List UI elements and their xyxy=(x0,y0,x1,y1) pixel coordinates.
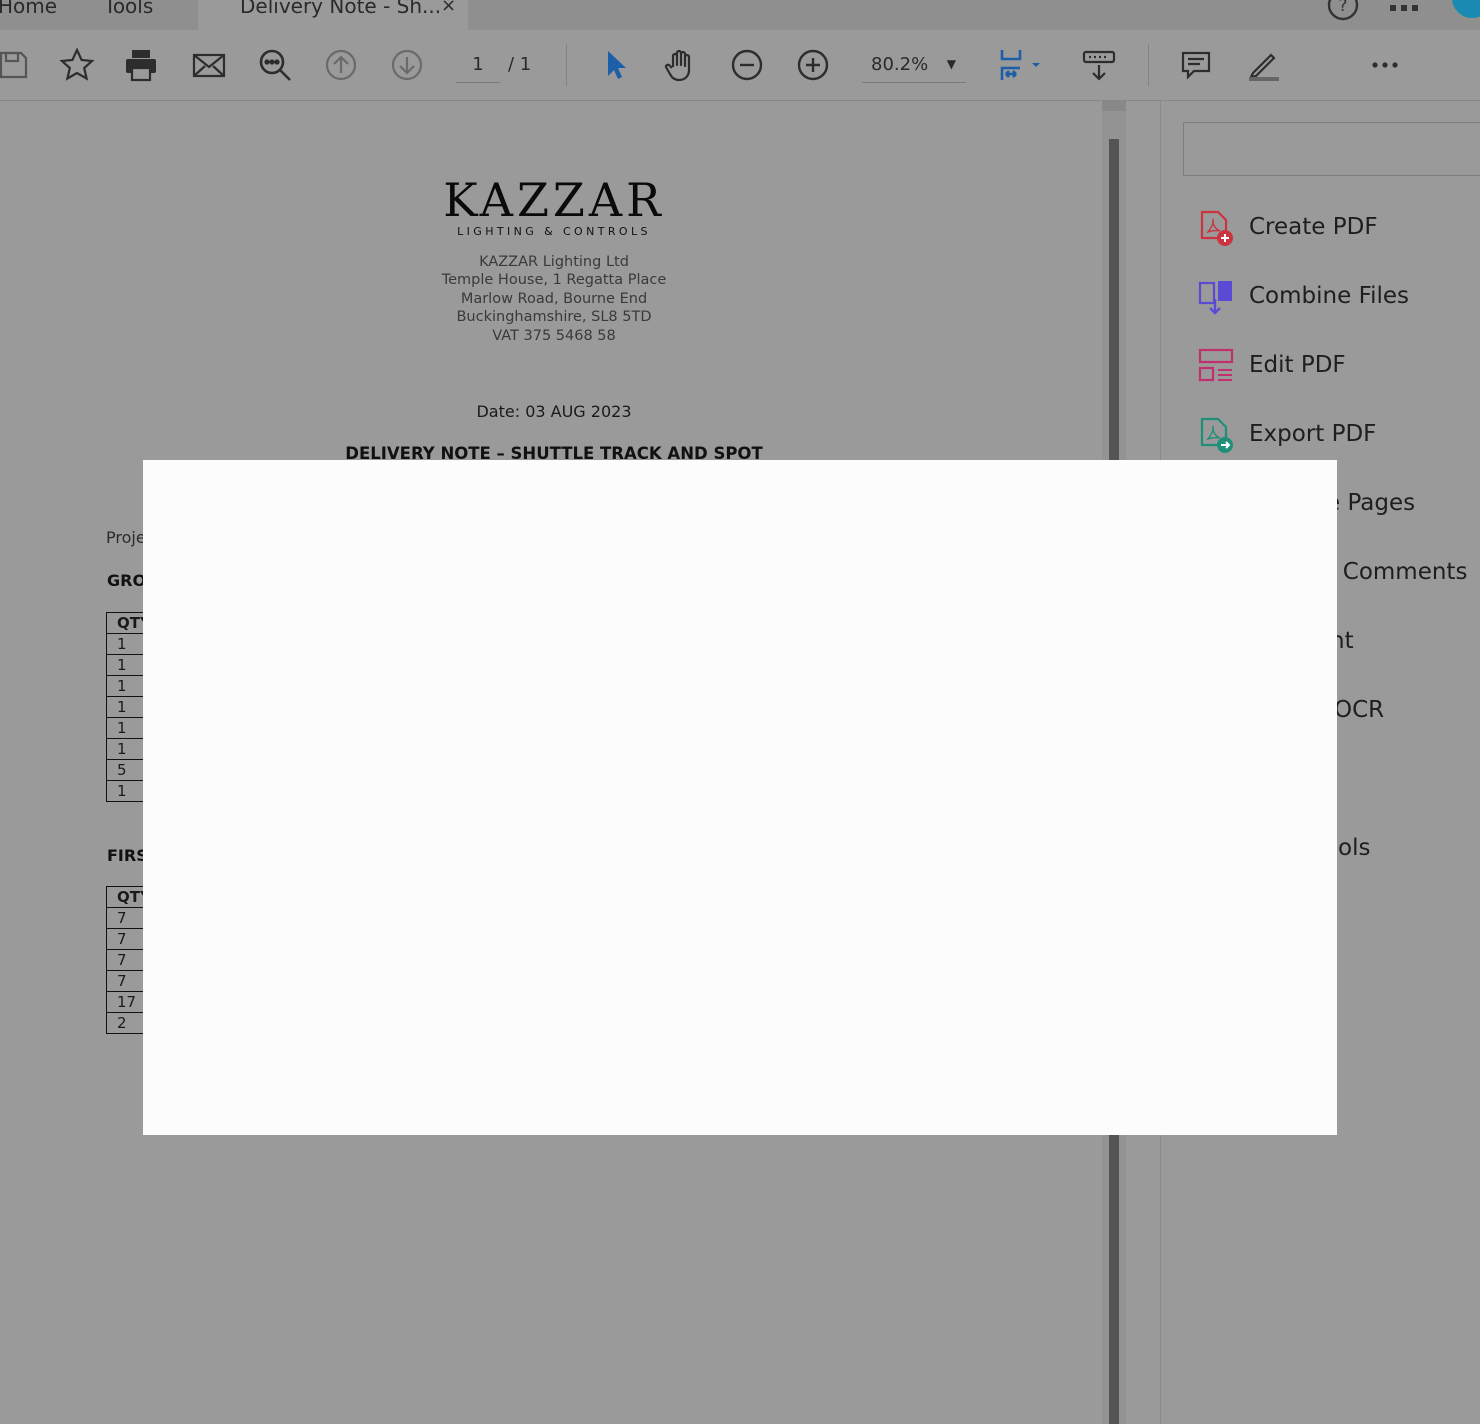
address-line: VAT 375 5468 58 xyxy=(492,327,616,344)
tab-document-label: Delivery Note - Sh... xyxy=(240,0,442,18)
tool-label: Export PDF xyxy=(1249,421,1377,447)
toolbar-divider xyxy=(1148,44,1149,86)
svg-text:?: ? xyxy=(1338,0,1347,16)
tab-document[interactable]: Delivery Note - Sh... × xyxy=(198,0,468,30)
section-title: GRO xyxy=(107,571,147,590)
toolbar-divider xyxy=(566,44,567,86)
tab-bar: Home Tools Delivery Note - Sh... × ? xyxy=(0,0,1480,30)
search-icon[interactable] xyxy=(254,44,296,86)
combine-files-icon xyxy=(1198,281,1232,315)
scrollbar-arrow[interactable] xyxy=(1102,101,1126,111)
address-line: Buckinghamshire, SL8 5TD xyxy=(456,309,652,326)
zoom-in-icon[interactable] xyxy=(792,44,834,86)
toolbar: 1 / 1 80.2% ▼ xyxy=(0,30,1480,101)
address-line: Marlow Road, Bourne End xyxy=(460,290,648,307)
document-date: Date: 03 AUG 2023 xyxy=(476,402,632,421)
tab-home[interactable]: Home xyxy=(0,0,57,18)
select-cursor-icon[interactable] xyxy=(594,44,636,86)
tool-label: ols xyxy=(1338,835,1371,861)
save-icon[interactable] xyxy=(0,44,34,86)
previous-page-icon[interactable] xyxy=(320,44,362,86)
create-pdf-icon xyxy=(1200,210,1233,246)
tools-search-input[interactable] xyxy=(1183,122,1480,176)
address-line: Temple House, 1 Regatta Place xyxy=(441,272,667,289)
page-number-input[interactable]: 1 xyxy=(456,50,500,83)
address-line: KAZZAR Lighting Ltd xyxy=(479,254,629,270)
help-icon[interactable]: ? xyxy=(1326,0,1360,26)
company-address: KAZZAR Lighting Ltd Temple House, 1 Rega… xyxy=(0,253,1108,345)
page-total: / 1 xyxy=(508,54,532,75)
tool-label: Create PDF xyxy=(1249,214,1378,240)
hand-tool-icon[interactable] xyxy=(660,44,702,86)
close-tab-icon[interactable]: × xyxy=(441,0,456,16)
tab-tools[interactable]: Tools xyxy=(104,0,153,18)
print-icon[interactable] xyxy=(120,44,162,86)
tool-label: Edit PDF xyxy=(1249,352,1346,378)
zoom-level-value: 80.2% xyxy=(871,54,929,75)
apps-grid-icon[interactable] xyxy=(1390,0,1420,28)
chevron-down-icon: ▼ xyxy=(946,57,956,71)
user-avatar[interactable] xyxy=(1448,0,1480,26)
tool-label: Combine Files xyxy=(1249,283,1410,309)
project-label: Proje xyxy=(106,528,146,547)
comment-icon[interactable] xyxy=(1175,44,1217,86)
tool-label: r Comments xyxy=(1326,559,1468,585)
highlight-pen-icon[interactable] xyxy=(1241,44,1283,86)
edit-pdf-icon xyxy=(1198,348,1234,382)
zoom-out-icon[interactable] xyxy=(726,44,768,86)
more-options-icon[interactable] xyxy=(1364,44,1406,86)
company-logo-tagline: LIGHTING & CONTROLS xyxy=(457,225,651,238)
export-pdf-icon xyxy=(1200,417,1233,453)
document-heading: DELIVERY NOTE – SHUTTLE TRACK AND SPOT xyxy=(345,444,763,460)
read-mode-icon[interactable] xyxy=(1078,44,1120,86)
modal-dialog[interactable] xyxy=(143,460,1337,1135)
next-page-icon[interactable] xyxy=(386,44,428,86)
email-icon[interactable] xyxy=(188,44,230,86)
zoom-level-select[interactable]: 80.2% ▼ xyxy=(862,50,966,83)
bookmark-star-icon[interactable] xyxy=(56,44,98,86)
tool-label: e Pages xyxy=(1326,490,1416,516)
tool-label: OCR xyxy=(1334,697,1385,723)
page-fit-icon[interactable] xyxy=(994,44,1050,86)
company-logo: KAZZAR xyxy=(443,173,665,227)
